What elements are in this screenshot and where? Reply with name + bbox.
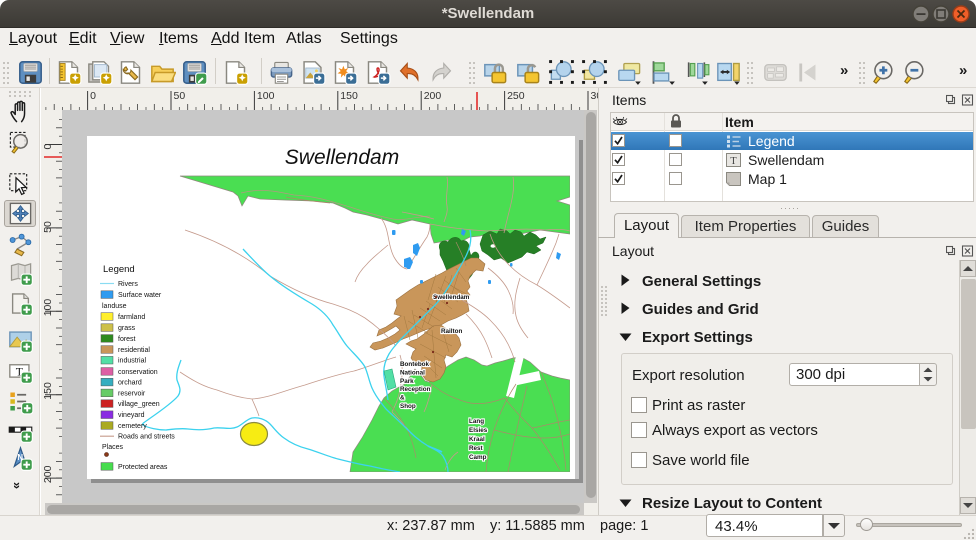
svg-text:T: T — [730, 156, 737, 167]
